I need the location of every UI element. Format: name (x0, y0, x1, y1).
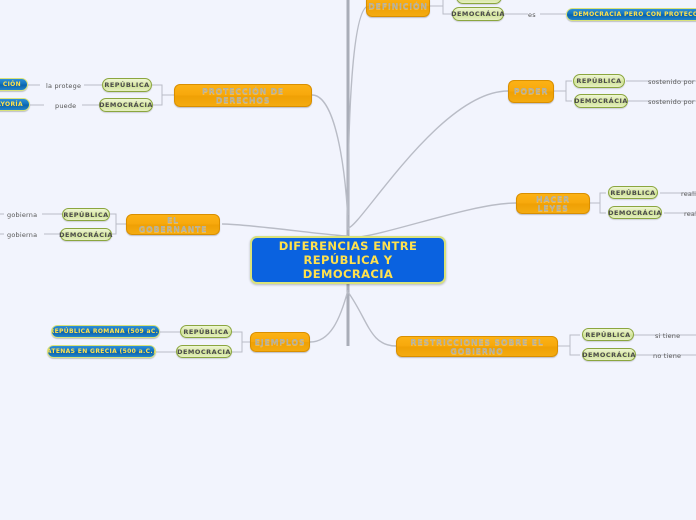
leaf-proteccion-republica[interactable]: CIÓN (0, 78, 28, 91)
leaf-definicion-democracia[interactable]: DEMOCRACIA PERO CON PROTECCIÓN DE LA (566, 8, 696, 21)
branch-hacer-leyes[interactable]: HACER LEYES (516, 193, 590, 214)
pill-gobernante-democracia[interactable]: DEMOCRÁCIA (59, 228, 112, 241)
caption-leyes-republica: reali (681, 190, 696, 198)
branch-restricciones[interactable]: RESTRICCIONES SOBRE EL GOBIERNO (396, 336, 558, 357)
caption-restricciones-republica: si tiene (655, 332, 681, 340)
branch-proteccion-derechos[interactable]: PROTECCIÓN DE DERECHOS (174, 84, 312, 107)
caption-leyes-democracia: real (684, 210, 696, 218)
caption-poder-democracia: sostenido por (648, 98, 695, 106)
branch-poder[interactable]: PODER (508, 80, 554, 103)
leaf-ejemplos-republica[interactable]: REPÚBLICA ROMANA (509 aC.) (51, 325, 160, 338)
pill-leyes-republica[interactable]: REPÚBLICA (608, 186, 658, 199)
caption-proteccion-democracia: puede (55, 102, 77, 110)
caption-restricciones-democracia: no tiene (653, 352, 682, 360)
branch-definicion[interactable]: DEFINICIÓN (366, 0, 430, 17)
pill-definicion-republica[interactable]: REPÚBLICA (456, 0, 502, 4)
caption-definicion-democracia: es (528, 11, 536, 19)
pill-definicion-democracia[interactable]: DEMOCRÁCIA (451, 7, 504, 21)
branch-ejemplos[interactable]: EJEMPLOS (250, 332, 310, 352)
pill-restricciones-democracia[interactable]: DEMOCRÁCIA (582, 348, 636, 361)
root-line-3: DEMOCRACIA (302, 267, 394, 281)
root-line-1: DIFERENCIAS ENTRE (278, 239, 418, 253)
pill-proteccion-democracia[interactable]: DEMOCRÁCIA (99, 98, 153, 112)
leaf-ejemplos-democracia[interactable]: ATENAS EN GRECIA (500 a.C.) (47, 345, 156, 358)
caption-poder-republica: sostenido por (648, 78, 695, 86)
leaf-proteccion-democracia[interactable]: MAYORÍA (0, 98, 30, 111)
pill-proteccion-republica[interactable]: REPÚBLICA (102, 78, 152, 92)
caption-gobernante-republica: gobierna (7, 211, 38, 219)
pill-restricciones-republica[interactable]: REPÚBLICA (582, 328, 634, 341)
pill-leyes-democracia[interactable]: DEMOCRÁCIA (608, 206, 662, 219)
mindmap-canvas: DIFERENCIAS ENTRE REPÚBLICA Y DEMOCRACIA… (0, 0, 696, 520)
root-node[interactable]: DIFERENCIAS ENTRE REPÚBLICA Y DEMOCRACIA (250, 236, 446, 284)
caption-gobernante-democracia: gobierna (7, 231, 38, 239)
pill-poder-republica[interactable]: REPÚBLICA (573, 74, 625, 88)
pill-ejemplos-republica[interactable]: REPÚBLICA (180, 325, 232, 338)
caption-proteccion-republica: la protege (46, 82, 82, 90)
pill-gobernante-republica[interactable]: REPÚBLICA (62, 208, 110, 221)
branch-el-gobernante[interactable]: EL GOBERNANTE (126, 214, 220, 235)
pill-poder-democracia[interactable]: DEMOCRÁCIA (574, 94, 628, 108)
root-line-2: REPÚBLICA Y (303, 253, 393, 267)
pill-ejemplos-democracia[interactable]: DEMOCRACIA (176, 345, 232, 358)
